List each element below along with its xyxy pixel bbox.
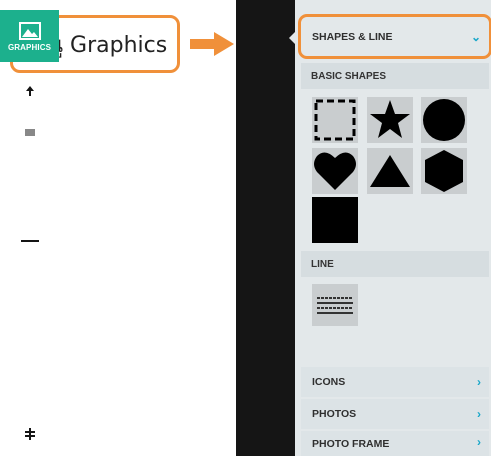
shape-dashed-square[interactable] [312,97,358,143]
accordion-photo-frame[interactable]: PHOTO FRAME › [301,431,489,456]
rail-item-tools[interactable]: TOOLS [0,230,59,261]
rail-item-background[interactable]: BACK- GROUND [0,124,59,164]
shape-heart[interactable] [312,148,358,194]
line-dashed-lines[interactable] [312,284,358,326]
rail-label-import: IMPORT [13,300,46,309]
shape-star[interactable] [367,97,413,143]
settings-icon [18,424,42,444]
background-icon [18,124,42,144]
rail-label-background: BACK- GROUND [11,146,48,164]
rail-item-text[interactable]: T TEXT [0,180,59,211]
active-indicator-notch [289,32,295,44]
shape-triangle[interactable] [367,148,413,194]
rail-item-uploads[interactable]: UPLOADS [0,80,59,111]
chevron-right-icon: › [477,375,481,389]
text-icon: T [18,180,42,200]
tool-rail [236,0,295,456]
chevron-right-icon: › [477,435,481,449]
chevron-right-icon: › [477,407,481,421]
toolbox-icon [18,230,42,250]
shape-hexagon[interactable] [421,148,467,194]
rail-label-uploads: UPLOADS [9,102,50,111]
image-icon [18,21,42,41]
accordion-icons[interactable]: ICONS › [301,367,489,397]
upload-icon [18,80,42,100]
basic-shapes-header: BASIC SHAPES [301,63,489,89]
arrow-right-icon [190,32,234,56]
line-header: LINE [301,251,489,277]
accordion-photos[interactable]: PHOTOS › [301,399,489,429]
shape-square[interactable] [312,197,358,243]
shape-circle[interactable] [421,97,467,143]
accordion-photos-label: PHOTOS [312,408,357,420]
accordion-photo-frame-label: PHOTO FRAME [312,437,390,450]
rail-label-text: TEXT [19,202,40,211]
rail-item-import[interactable]: IMPORT [0,278,59,309]
rail-item-graphics[interactable]: GRAPHICS [0,10,59,62]
basic-shapes-header-label: BASIC SHAPES [311,70,387,82]
svg-text:T: T [25,184,34,198]
cloud-import-icon [18,278,42,298]
rail-label-graphics: GRAPHICS [7,42,52,52]
accordion-icons-label: ICONS [312,376,346,388]
rail-item-bottom-settings[interactable] [0,424,59,444]
line-header-label: LINE [311,258,334,270]
shapes-line-highlight [298,14,491,59]
rail-label-tools: TOOLS [15,252,44,261]
